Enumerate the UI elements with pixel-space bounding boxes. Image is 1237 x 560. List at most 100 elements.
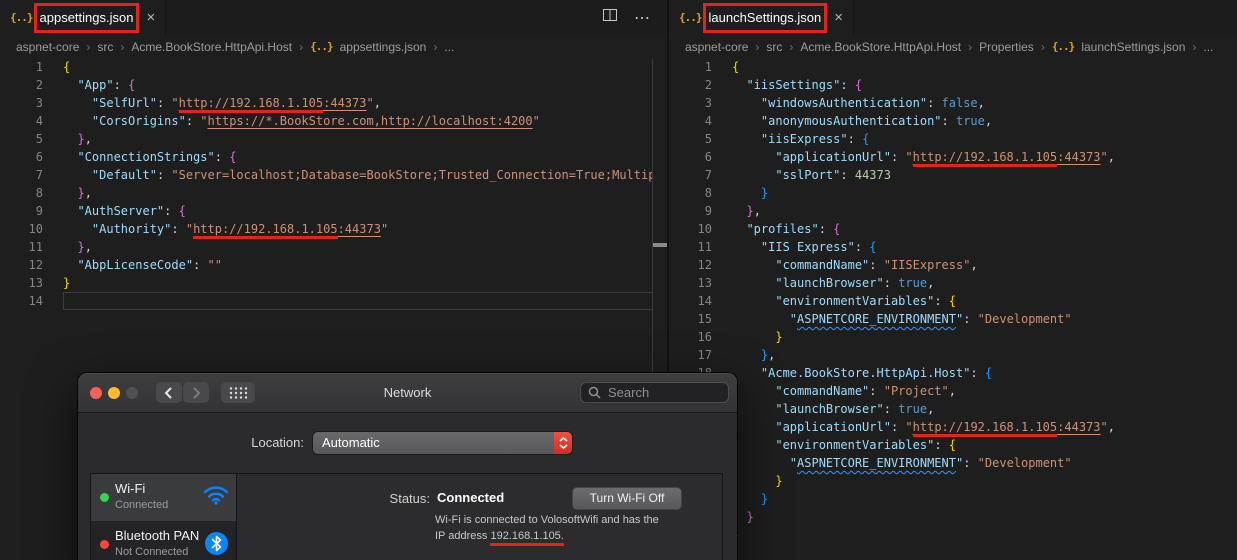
breadcrumb-item[interactable]: appsettings.json [340,40,427,54]
split-editor-icon[interactable] [602,7,618,28]
code-line[interactable]: "AbpLicenseCode": "" [63,256,653,274]
line-number[interactable]: 11 [669,238,712,256]
line-number[interactable]: 14 [669,292,712,310]
code-line[interactable]: } [732,508,1237,526]
breadcrumb-item[interactable]: Acme.BookStore.HttpApi.Host [131,40,292,54]
code-line[interactable]: "anonymousAuthentication": true, [732,112,1237,130]
line-number[interactable]: 11 [0,238,43,256]
more-actions-icon[interactable]: ⋯ [634,8,651,28]
code-line[interactable]: "sslPort": 44373 [732,166,1237,184]
line-number[interactable]: 10 [669,220,712,238]
line-number[interactable]: 2 [0,76,43,94]
line-number[interactable]: 8 [0,184,43,202]
breadcrumb-item[interactable]: src [766,40,782,54]
code-line[interactable]: }, [63,184,653,202]
code-line[interactable]: }, [63,130,653,148]
line-number[interactable]: 4 [0,112,43,130]
code-line[interactable]: "SelfUrl": "http://192.168.1.105:44373", [63,94,653,112]
line-number[interactable]: 16 [669,328,712,346]
code-line[interactable]: "App": { [63,76,653,94]
code-line[interactable]: "Authority": "http://192.168.1.105:44373… [63,220,653,238]
service-row-bluetooth-pan[interactable]: Bluetooth PAN Not Connected [91,521,236,560]
line-number[interactable]: 12 [0,256,43,274]
service-row-wifi[interactable]: Wi-Fi Connected [91,474,236,521]
code-line[interactable]: "environmentVariables": { [732,436,1237,454]
line-number[interactable]: 10 [0,220,43,238]
search-input[interactable] [606,384,721,401]
forward-button[interactable] [183,382,209,403]
code-line[interactable]: } [732,472,1237,490]
code-line[interactable]: "AuthServer": { [63,202,653,220]
line-number[interactable]: 14 [0,292,43,310]
code-line[interactable]: "profiles": { [732,220,1237,238]
search-field[interactable] [580,382,729,403]
breadcrumb-item[interactable]: aspnet-core [685,40,748,54]
code-line[interactable]: "CorsOrigins": "https://*.BookStore.com,… [63,112,653,130]
breadcrumb-item[interactable]: ... [1203,40,1213,54]
line-number[interactable]: 9 [0,202,43,220]
window-titlebar[interactable]: Network [78,373,737,413]
location-dropdown[interactable]: Automatic [313,432,572,454]
line-number[interactable]: 8 [669,184,712,202]
breadcrumb-item[interactable]: launchSettings.json [1081,40,1185,54]
code-line[interactable]: "ASPNETCORE_ENVIRONMENT": "Development" [732,310,1237,328]
code-line[interactable]: } [732,526,1237,544]
line-number[interactable]: 1 [0,58,43,76]
breadcrumb-item[interactable]: ... [444,40,454,54]
code-line[interactable]: "applicationUrl": "http://192.168.1.105:… [732,418,1237,436]
code-line[interactable]: { [732,58,1237,76]
code-line[interactable]: "commandName": "Project", [732,382,1237,400]
code-line[interactable]: "ConnectionStrings": { [63,148,653,166]
code-line[interactable]: "environmentVariables": { [732,292,1237,310]
close-icon[interactable]: × [834,9,843,26]
line-number[interactable]: 1 [669,58,712,76]
line-number[interactable]: 5 [0,130,43,148]
breadcrumb-item[interactable]: aspnet-core [16,40,79,54]
breadcrumb-item[interactable]: Acme.BookStore.HttpApi.Host [800,40,961,54]
code-area[interactable]: { "iisSettings": { "windowsAuthenticatio… [724,58,1237,560]
breadcrumb-item[interactable]: src [97,40,113,54]
traffic-light-close[interactable] [90,387,102,399]
close-icon[interactable]: × [146,9,155,26]
line-number[interactable]: 3 [669,94,712,112]
code-line[interactable]: } [732,328,1237,346]
code-line[interactable]: { [63,58,653,76]
line-number[interactable]: 4 [669,112,712,130]
line-number[interactable]: 7 [669,166,712,184]
code-line[interactable]: "applicationUrl": "http://192.168.1.105:… [732,148,1237,166]
code-line[interactable]: } [732,184,1237,202]
code-line[interactable]: }, [63,238,653,256]
code-line[interactable]: "Acme.BookStore.HttpApi.Host": { [732,364,1237,382]
line-number[interactable]: 3 [0,94,43,112]
line-number[interactable]: 7 [0,166,43,184]
line-number[interactable]: 6 [0,148,43,166]
code-line[interactable]: "launchBrowser": true, [732,400,1237,418]
code-line[interactable]: "IIS Express": { [732,238,1237,256]
line-number[interactable]: 15 [669,310,712,328]
code-line[interactable]: "iisSettings": { [732,76,1237,94]
line-number[interactable]: 13 [0,274,43,292]
line-number[interactable]: 2 [669,76,712,94]
code-line[interactable]: "commandName": "IISExpress", [732,256,1237,274]
line-number[interactable]: 6 [669,148,712,166]
code-line[interactable]: } [732,490,1237,508]
code-line[interactable] [63,292,653,310]
tab-appsettings-json[interactable]: {..} appsettings.json × [0,0,167,35]
code-line[interactable]: "ASPNETCORE_ENVIRONMENT": "Development" [732,454,1237,472]
code-line[interactable]: "iisExpress": { [732,130,1237,148]
traffic-light-minimize[interactable] [108,387,120,399]
back-button[interactable] [156,382,182,403]
breadcrumb-item[interactable]: Properties [979,40,1034,54]
code-line[interactable]: }, [732,346,1237,364]
code-line[interactable]: "windowsAuthentication": false, [732,94,1237,112]
code-line[interactable]: }, [732,202,1237,220]
line-number[interactable]: 9 [669,202,712,220]
line-number[interactable]: 12 [669,256,712,274]
turn-wifi-off-button[interactable]: Turn Wi-Fi Off [572,487,682,510]
tab-launchsettings-json[interactable]: {..} launchSettings.json × [669,0,855,35]
code-line[interactable]: } [63,274,653,292]
code-line[interactable]: "launchBrowser": true, [732,274,1237,292]
line-number[interactable]: 17 [669,346,712,364]
code-line[interactable]: "Default": "Server=localhost;Database=Bo… [63,166,653,184]
line-number[interactable]: 5 [669,130,712,148]
